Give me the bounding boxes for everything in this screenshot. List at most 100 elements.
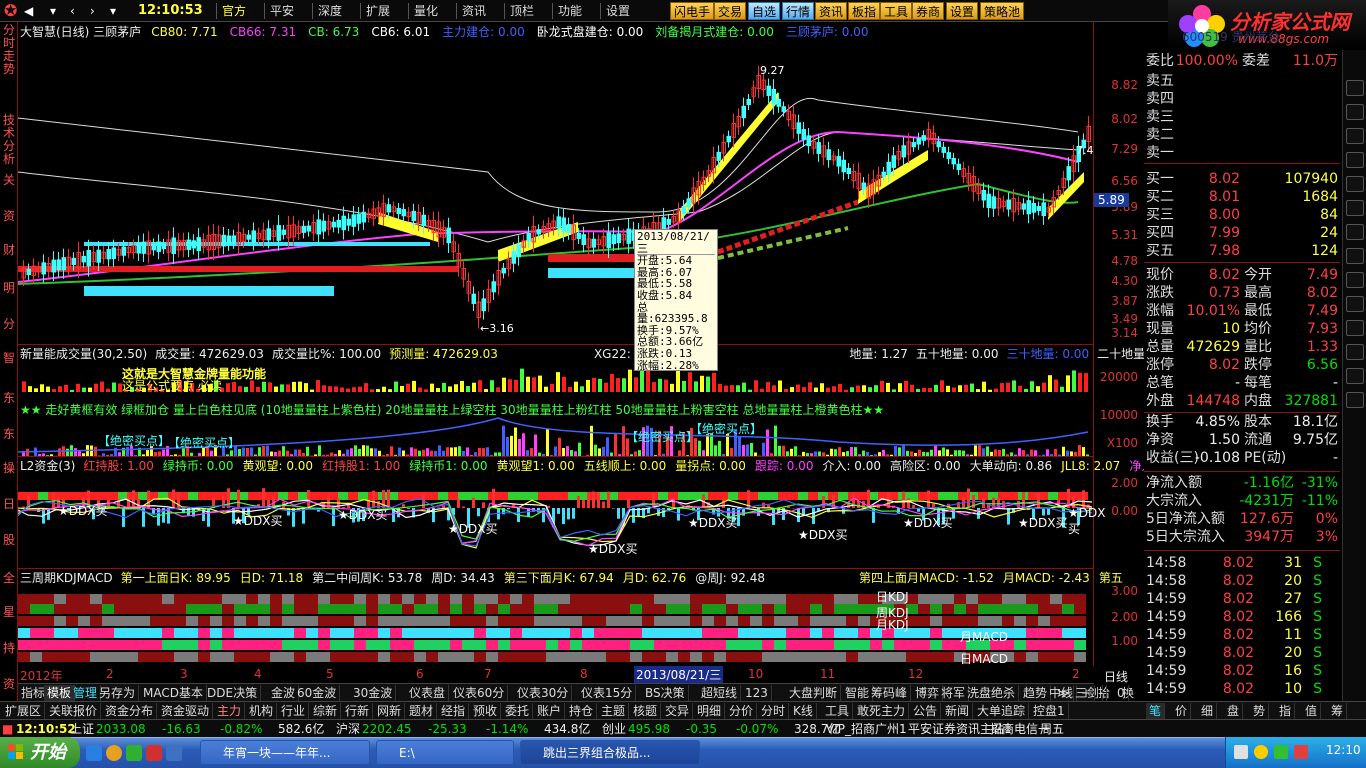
network-icon[interactable] <box>1234 745 1248 759</box>
grid-icon[interactable] <box>1346 152 1364 168</box>
menu-item[interactable]: 深度 <box>318 2 342 20</box>
extension-tab[interactable]: 分价 <box>726 703 758 719</box>
taskbar-item-active[interactable]: 跳出三界组合极品... <box>520 740 700 765</box>
menu-item[interactable]: 资讯 <box>462 2 486 20</box>
quote-tab[interactable]: 价 <box>1172 703 1192 719</box>
taskbar-item[interactable]: E:\ <box>376 740 514 765</box>
quote-tab[interactable]: 筹 <box>1328 703 1348 719</box>
menu-item[interactable]: 扩展 <box>366 2 390 20</box>
extension-tab[interactable]: 行新 <box>342 703 374 719</box>
indicator-tab[interactable]: 另存为 <box>96 685 140 701</box>
extension-tab[interactable]: 新闻 <box>942 703 974 719</box>
quote-tab[interactable]: 势 <box>1250 703 1270 719</box>
hot-button[interactable]: 设置 <box>946 2 979 20</box>
extension-tab[interactable]: 明细 <box>694 703 726 719</box>
quote-tab[interactable]: 盘 <box>1224 703 1244 719</box>
left-nav-item[interactable]: 持 <box>1 642 17 655</box>
hot-button[interactable]: 板指 <box>848 2 881 20</box>
zoom-icon[interactable] <box>1346 296 1364 312</box>
menu-item[interactable]: 平安 <box>270 2 294 20</box>
nav-down-icon[interactable]: ▾ <box>50 2 56 20</box>
extension-tab[interactable]: 主力 <box>214 703 246 719</box>
extension-tab[interactable]: 主题 <box>598 703 630 719</box>
desktop-icon[interactable] <box>86 745 102 761</box>
indicator-tab[interactable]: MACD基本 <box>140 685 207 701</box>
left-nav-item[interactable]: 全 <box>1 572 17 585</box>
hot-button[interactable]: 资讯 <box>815 2 848 20</box>
app-icon[interactable] <box>126 745 142 761</box>
left-nav-item[interactable]: 星 <box>1 606 17 619</box>
up-arrow-icon[interactable] <box>1346 80 1364 96</box>
indicator-tab[interactable]: 仪表30分 <box>514 685 573 701</box>
extension-tab[interactable]: 工具 <box>822 703 854 719</box>
indicator-tab[interactable]: 0 <box>1114 685 1129 701</box>
extension-tab[interactable]: 持仓 <box>566 703 598 719</box>
dropdown-icon[interactable]: ▾ <box>110 2 116 20</box>
extension-tab[interactable]: 大单追踪 <box>974 703 1030 719</box>
app-icon[interactable] <box>166 745 182 761</box>
extension-tab[interactable]: 账户 <box>534 703 566 719</box>
extension-tab[interactable]: 核题 <box>630 703 662 719</box>
left-nav-item[interactable]: 分时走势 <box>1 24 17 76</box>
left-nav-item[interactable]: 股 <box>1 534 17 547</box>
extension-tab[interactable]: 预收 <box>470 703 502 719</box>
menu-item[interactable]: 顶栏 <box>510 2 534 20</box>
indicator-tab[interactable]: ≫ <box>1054 685 1074 701</box>
zoom-out-icon[interactable] <box>1346 320 1364 336</box>
extension-tab[interactable]: 扩展区 <box>2 703 46 719</box>
left-nav-item[interactable]: 资 <box>1 678 17 691</box>
extension-tab[interactable]: 公告 <box>910 703 942 719</box>
hot-button[interactable]: 策略池 <box>980 2 1025 20</box>
extension-tab[interactable]: 经指 <box>438 703 470 719</box>
extension-tab[interactable]: 网新 <box>374 703 406 719</box>
hot-button[interactable]: 闪电手 <box>670 2 715 20</box>
chart-icon[interactable] <box>1346 128 1364 144</box>
quote-tab[interactable]: 指 <box>1276 703 1296 719</box>
extension-tab[interactable]: 机构 <box>246 703 278 719</box>
extension-tab[interactable]: 交异 <box>662 703 694 719</box>
left-nav-item[interactable]: 东 <box>1 428 17 441</box>
indicator-tab[interactable]: DDE决策 <box>204 685 262 701</box>
volume-icon[interactable] <box>1294 745 1308 759</box>
indicator-tab[interactable]: 123 <box>742 685 772 701</box>
extension-tab[interactable]: 综新 <box>310 703 342 719</box>
indicator-tab[interactable]: 仪表盘 <box>406 685 450 701</box>
extension-tab[interactable]: 资金分布 <box>102 703 158 719</box>
back-icon[interactable]: ‹ <box>70 2 75 20</box>
indicator-tab[interactable]: BS决策 <box>642 685 689 701</box>
extension-tab[interactable]: 分时 <box>758 703 790 719</box>
indicator-tab[interactable]: 30金波 <box>350 685 397 701</box>
left-nav-item[interactable]: 东 <box>1 392 17 405</box>
indicator-tab[interactable]: 筹码峰 <box>868 685 912 701</box>
indicator-tab[interactable]: - <box>1096 685 1108 701</box>
menu-item[interactable]: 官方 <box>222 2 246 20</box>
quote-tab[interactable]: 值 <box>1302 703 1322 719</box>
pen-icon[interactable] <box>1346 344 1364 360</box>
security-icon[interactable] <box>1254 745 1268 759</box>
left-nav-item[interactable]: 智 <box>1 352 17 365</box>
hot-button[interactable]: 券商 <box>912 2 945 20</box>
star-icon[interactable] <box>1346 200 1364 216</box>
hot-button[interactable]: 交易 <box>714 2 747 20</box>
extension-tab[interactable]: 控盘1 <box>1030 703 1069 719</box>
quote-tab[interactable]: 笔 <box>1146 703 1166 719</box>
indicator-tab[interactable]: + <box>1078 685 1096 701</box>
left-nav-item[interactable]: 关 <box>1 174 17 187</box>
minus-icon[interactable] <box>1346 272 1364 288</box>
menu-item[interactable]: 设置 <box>606 2 630 20</box>
extension-tab[interactable]: 行业 <box>278 703 310 719</box>
indicator-tab[interactable]: 仪表15分 <box>578 685 637 701</box>
extension-tab[interactable]: 资金驱动 <box>158 703 214 719</box>
indicator-tab[interactable]: 60金波 <box>294 685 341 701</box>
alarm-icon[interactable]: ■ <box>2 721 13 737</box>
menu-item[interactable]: 功能 <box>558 2 582 20</box>
extension-tab[interactable]: 题材 <box>406 703 438 719</box>
hot-button[interactable]: 行情 <box>782 2 815 20</box>
flag-icon[interactable] <box>1346 176 1364 192</box>
hot-button[interactable]: 自选 <box>748 2 781 20</box>
nav-left-icon[interactable]: ◀ <box>24 2 33 20</box>
extension-tab[interactable]: 关联报价 <box>46 703 102 719</box>
menu-item[interactable]: 量化 <box>414 2 438 20</box>
rsi-icon[interactable] <box>1346 224 1364 240</box>
extension-tab[interactable]: K线 <box>790 703 817 719</box>
